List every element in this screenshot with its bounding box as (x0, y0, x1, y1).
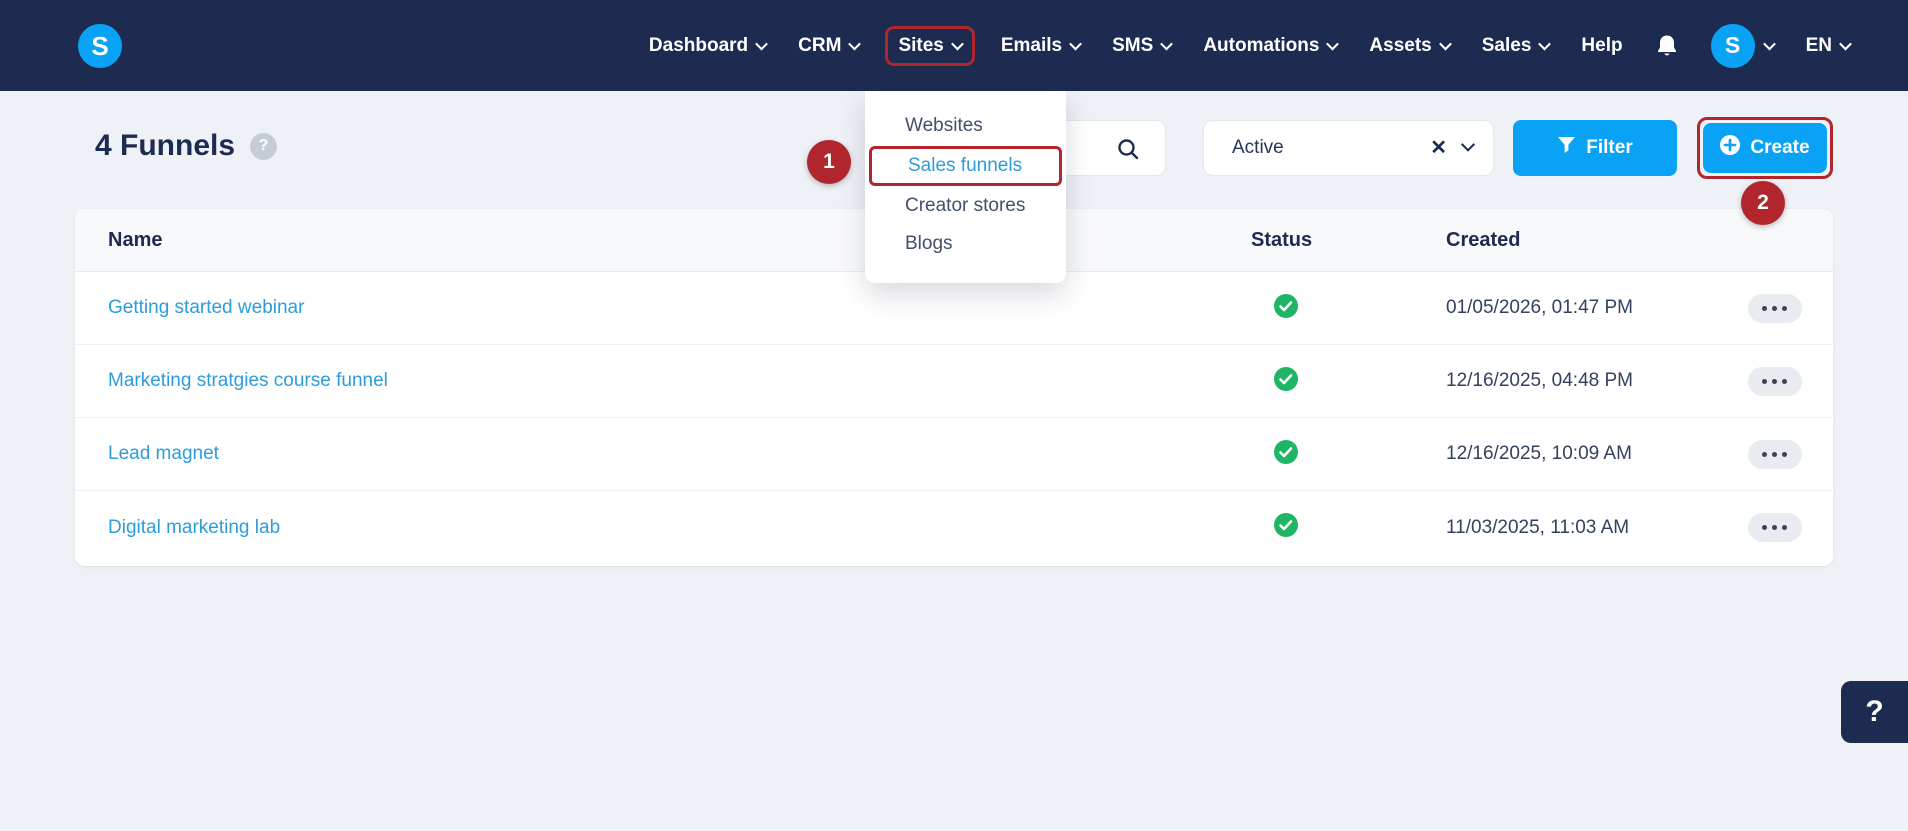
created-date: 12/16/2025, 10:09 AM (1446, 443, 1632, 464)
nav-item-crm[interactable]: CRM (798, 35, 862, 57)
table-row: Lead magnet 12/16/2025, 10:09 AM (75, 418, 1833, 491)
notifications-bell-icon[interactable] (1655, 33, 1679, 59)
check-circle-icon (1274, 366, 1298, 396)
check-circle-icon (1274, 293, 1298, 323)
menu-item-websites[interactable]: Websites (865, 107, 1066, 145)
chevron-down-icon (1438, 37, 1452, 51)
language-selector[interactable]: EN (1806, 35, 1852, 57)
chevron-down-icon (1460, 137, 1476, 152)
status-cell (1251, 439, 1446, 469)
column-header-created: Created (1446, 228, 1521, 251)
chevron-down-icon (1160, 37, 1174, 51)
created-date: 12/16/2025, 04:48 PM (1446, 370, 1633, 391)
table-row: Digital marketing lab 11/03/2025, 11:03 … (75, 491, 1833, 564)
nav-item-sms[interactable]: SMS (1112, 35, 1174, 57)
annotation-box-create: Create (1697, 117, 1833, 179)
filter-button[interactable]: Filter (1513, 120, 1677, 176)
menu-item-creator-stores[interactable]: Creator stores (865, 187, 1066, 225)
sites-dropdown-menu: Websites Sales funnels Creator stores Bl… (865, 91, 1066, 283)
nav-item-help[interactable]: Help (1581, 35, 1622, 57)
funnel-name-link[interactable]: Getting started webinar (75, 297, 1251, 319)
nav-item-emails[interactable]: Emails (1001, 35, 1082, 57)
chevron-down-icon (1762, 37, 1776, 51)
funnel-name-link[interactable]: Lead magnet (75, 443, 1251, 465)
plus-circle-icon (1720, 135, 1741, 161)
menu-item-sales-funnels[interactable]: Sales funnels (872, 149, 1059, 183)
nav-item-dashboard[interactable]: Dashboard (649, 35, 769, 57)
column-header-name: Name (108, 228, 163, 251)
title-help-icon[interactable]: ? (250, 132, 278, 160)
status-filter-select[interactable]: Active ✕ (1203, 120, 1494, 176)
status-cell (1251, 513, 1446, 542)
app-logo-letter: S (91, 30, 109, 61)
create-button[interactable]: Create (1703, 123, 1827, 173)
page: S Dashboard CRM Sites Emails SMS Automat… (0, 0, 1908, 831)
chevron-down-icon (1839, 37, 1852, 51)
row-actions-ellipsis-button[interactable] (1747, 366, 1802, 396)
nav-menu: Dashboard CRM Sites Emails SMS Automatio… (649, 0, 1908, 91)
annotation-box-sales-funnels: Sales funnels (869, 146, 1062, 186)
search-icon (1117, 138, 1139, 165)
top-navbar: S Dashboard CRM Sites Emails SMS Automat… (0, 0, 1908, 91)
clear-filter-icon[interactable]: ✕ (1430, 138, 1447, 158)
table-row: Marketing stratgies course funnel 12/16/… (75, 345, 1833, 418)
row-actions-ellipsis-button[interactable] (1747, 293, 1802, 323)
nav-item-assets[interactable]: Assets (1369, 35, 1452, 57)
nav-item-automations[interactable]: Automations (1203, 35, 1340, 57)
annotation-step-1: 1 (807, 140, 851, 184)
column-header-status: Status (1251, 228, 1313, 251)
nav-item-sales[interactable]: Sales (1482, 35, 1552, 57)
app-logo[interactable]: S (78, 24, 122, 68)
chevron-down-icon (848, 37, 862, 51)
chevron-down-icon (1069, 37, 1082, 51)
funnel-name-link[interactable]: Digital marketing lab (75, 517, 1251, 539)
funnel-icon (1557, 136, 1576, 160)
chevron-down-icon (950, 37, 964, 51)
check-circle-icon (1274, 439, 1298, 469)
row-actions-ellipsis-button[interactable] (1747, 439, 1802, 469)
chevron-down-icon (1326, 37, 1340, 51)
status-cell (1251, 366, 1446, 396)
check-circle-icon (1274, 513, 1298, 542)
row-actions-ellipsis-button[interactable] (1747, 513, 1802, 542)
annotation-step-2: 2 (1741, 181, 1785, 225)
menu-item-blogs[interactable]: Blogs (865, 225, 1066, 263)
nav-item-sites[interactable]: Sites (885, 25, 975, 66)
funnel-name-link[interactable]: Marketing stratgies course funnel (75, 370, 1251, 392)
status-cell (1251, 293, 1446, 323)
help-widget-button[interactable]: ? (1841, 681, 1908, 743)
chevron-down-icon (755, 37, 769, 51)
user-menu[interactable]: S (1710, 23, 1776, 68)
chevron-down-icon (1538, 37, 1552, 51)
created-date: 11/03/2025, 11:03 AM (1446, 516, 1630, 538)
created-date: 01/05/2026, 01:47 PM (1446, 297, 1633, 318)
user-avatar: S (1710, 23, 1755, 68)
status-filter-value: Active (1232, 137, 1284, 158)
page-title: 4 Funnels ? (95, 129, 278, 163)
